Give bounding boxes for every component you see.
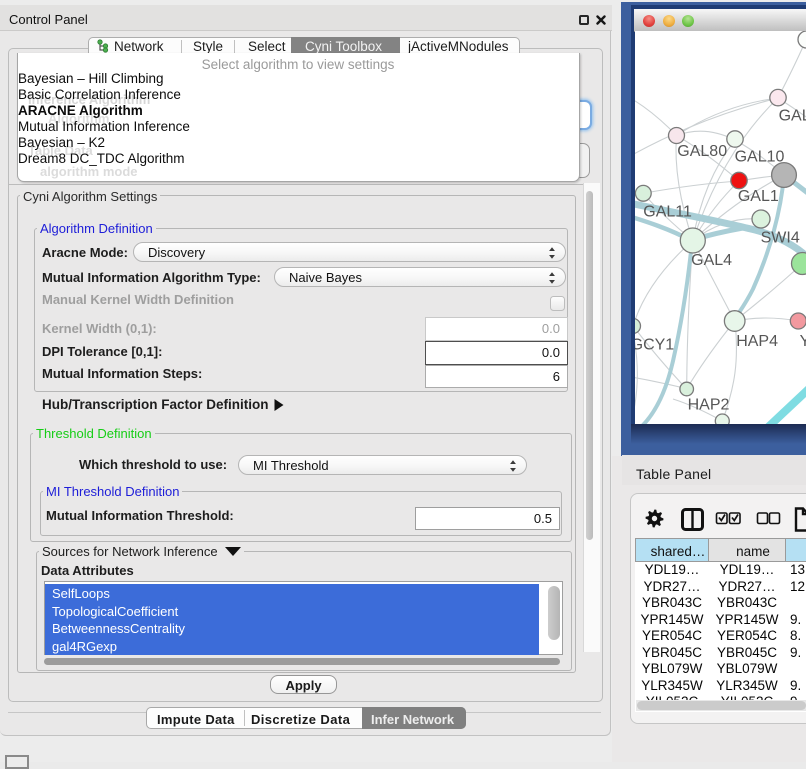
svg-text:GAL80: GAL80 [677, 143, 727, 160]
svg-text:SWI4: SWI4 [761, 230, 800, 247]
svg-text:GAL: GAL [779, 107, 806, 124]
svg-text:HAP4: HAP4 [736, 333, 778, 350]
svg-text:Y: Y [800, 333, 806, 350]
svg-text:GAL1: GAL1 [738, 188, 779, 205]
svg-text:GAL11: GAL11 [643, 203, 692, 220]
svg-text:HAP2: HAP2 [688, 397, 730, 414]
svg-text:GCY1: GCY1 [635, 337, 674, 354]
svg-text:GAL10: GAL10 [735, 149, 785, 166]
svg-text:GAL4: GAL4 [691, 252, 732, 269]
